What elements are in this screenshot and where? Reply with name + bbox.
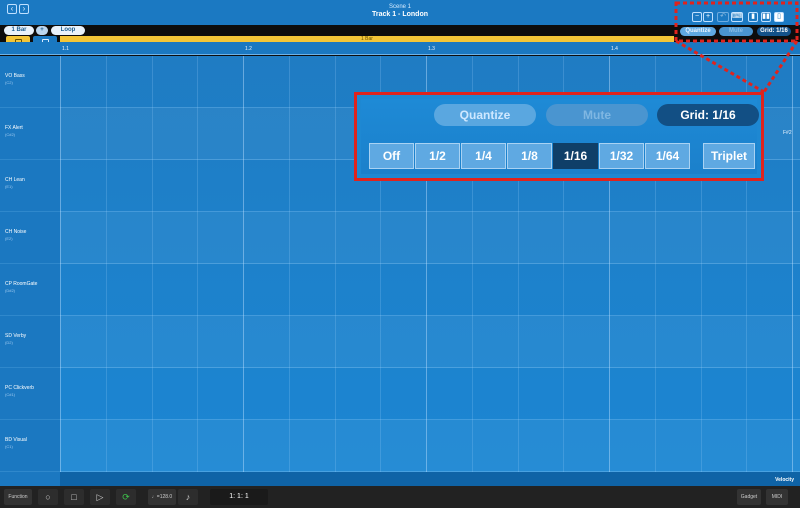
quantize-button-small[interactable]: Quantize [680, 27, 716, 36]
layout-split-icon[interactable]: ▮▮ [761, 12, 771, 22]
grid-lane[interactable] [60, 212, 800, 264]
top-bar: ‹ › Scene 1 Track 1 - London − + ↶ ⌨ ▮ ▮… [0, 0, 800, 25]
grid-edge-label: F#2 [783, 130, 792, 136]
key-name: VO Bass [5, 73, 25, 79]
track-title: Track 1 - London [371, 11, 428, 18]
grid-line [197, 56, 198, 472]
velocity-lane-header [0, 472, 60, 486]
grid-line [335, 56, 336, 472]
key-row[interactable]: CP RoomGate (D#2) [0, 264, 60, 316]
loop-pill[interactable]: Loop [51, 26, 85, 35]
grid-option-1-2[interactable]: 1/2 [415, 143, 460, 169]
grid-button-small[interactable]: Grid: 1/16 [757, 27, 791, 36]
key-row[interactable]: FX Alert (C#2) [0, 108, 60, 160]
key-note: (D2) [5, 340, 13, 345]
grid-option-off[interactable]: Off [369, 143, 414, 169]
key-name: CH Lean [5, 177, 25, 183]
mute-button[interactable]: Mute [546, 104, 648, 126]
midi-button[interactable]: MIDI [766, 489, 788, 505]
drum-key-list: VO Bass (C2) FX Alert (C#2) CH Lean (E1) CH… [0, 56, 60, 472]
key-name: PC Clickverb [5, 385, 34, 391]
stop-icon[interactable]: □ [64, 489, 84, 505]
zoom-out-icon[interactable]: − [692, 12, 702, 22]
key-name: SD Verby [5, 333, 27, 339]
undo-icon[interactable]: ↶ [717, 12, 729, 22]
key-note: (C#1) [5, 392, 16, 397]
add-bar-button[interactable]: + [36, 26, 48, 35]
quantize-button[interactable]: Quantize [434, 104, 536, 126]
grid-line [152, 56, 153, 472]
transport-bar: Function ○ □ ▷ ⟳ ♩=128.0 ♪ 1: 1: 1 Gadge… [0, 486, 800, 508]
key-row[interactable]: BD Visual (C1) [0, 420, 60, 472]
keyboard-icon[interactable]: ⌨ [731, 12, 743, 22]
scene-title: Scene 1 [388, 4, 412, 10]
callout-inner: Quantize Mute Grid: 1/16 Off 1/2 1/4 1/8… [361, 99, 759, 174]
grid-option-1-64[interactable]: 1/64 [645, 143, 690, 169]
key-row[interactable]: CH Lean (E1) [0, 160, 60, 212]
triplet-button[interactable]: Triplet [703, 143, 755, 169]
key-row[interactable]: SD Verby (D2) [0, 316, 60, 368]
key-note: (D#2) [5, 288, 16, 293]
grid-line [106, 56, 107, 472]
tempo-display[interactable]: ♩=128.0 [148, 489, 176, 505]
velocity-lane[interactable]: Velocity [0, 472, 800, 486]
grid-callout-panel: Quantize Mute Grid: 1/16 Off 1/2 1/4 1/8… [354, 92, 764, 181]
ruler-tick: 1.2 [245, 46, 252, 52]
grid-option-1-4[interactable]: 1/4 [461, 143, 506, 169]
gadget-button[interactable]: Gadget [737, 489, 761, 505]
grid-line [60, 56, 61, 472]
velocity-label: Velocity [775, 477, 794, 483]
key-name: CH Noise [5, 229, 27, 235]
grid-line [243, 56, 244, 472]
key-note: (C1) [5, 444, 13, 449]
grid-option-1-16[interactable]: 1/16 [553, 143, 598, 169]
key-row[interactable]: CH Noise (E2) [0, 212, 60, 264]
grid-option-1-32[interactable]: 1/32 [599, 143, 644, 169]
key-name: BD Visual [5, 437, 27, 443]
key-note: (E1) [5, 184, 13, 189]
mute-button-small[interactable]: Mute [719, 27, 753, 36]
play-icon[interactable]: ▷ [90, 489, 110, 505]
grid-lane[interactable] [60, 368, 800, 420]
key-note: (E2) [5, 236, 13, 241]
ruler-tick: 1.1 [62, 46, 69, 52]
metronome-icon[interactable]: ♪ [178, 489, 198, 505]
layout-right-icon[interactable]: ▯ [774, 12, 784, 22]
position-display: 1: 1: 1 [210, 489, 268, 505]
loop-icon[interactable]: ⟳ [116, 489, 136, 505]
key-name: CP RoomGate [5, 281, 38, 287]
timeline-ruler[interactable]: 1.1 1.2 1.3 1.4 [0, 42, 800, 55]
function-button[interactable]: Function [4, 489, 32, 505]
key-note: (C2) [5, 80, 13, 85]
record-icon[interactable]: ○ [38, 489, 58, 505]
grid-option-1-8[interactable]: 1/8 [507, 143, 552, 169]
ruler-tick: 1.4 [611, 46, 618, 52]
key-row[interactable]: VO Bass (C2) [0, 56, 60, 108]
key-name: FX Alert [5, 125, 23, 131]
bar-length-pill[interactable]: 1 Bar [4, 26, 34, 35]
ruler-tick: 1.3 [428, 46, 435, 52]
grid-lane[interactable] [60, 420, 800, 472]
key-row[interactable]: PC Clickverb (C#1) [0, 368, 60, 420]
grid-line [792, 56, 793, 472]
key-note: (C#2) [5, 132, 16, 137]
grid-button[interactable]: Grid: 1/16 [657, 104, 759, 126]
grid-lane[interactable] [60, 264, 800, 316]
grid-lane[interactable] [60, 316, 800, 368]
zoom-in-icon[interactable]: + [703, 12, 713, 22]
grid-line [289, 56, 290, 472]
layout-left-icon[interactable]: ▮ [748, 12, 758, 22]
